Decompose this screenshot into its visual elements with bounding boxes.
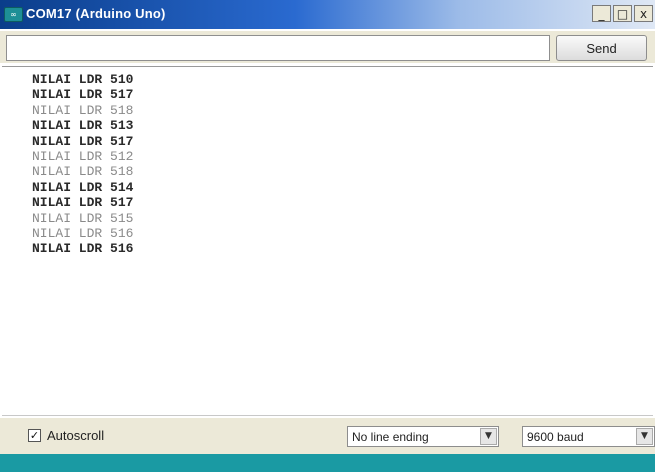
serial-output-line: NILAI LDR 517 bbox=[32, 87, 134, 103]
serial-output-line: NILAI LDR 514 bbox=[32, 179, 134, 195]
serial-output-line: NILAI LDR 516 bbox=[32, 226, 134, 242]
serial-output-lines: NILAI LDR 510 NILAI LDR 517 NILAI LDR 518 N… bbox=[32, 72, 133, 257]
serial-output-line: NILAI LDR 513 bbox=[32, 118, 134, 134]
maximize-button[interactable]: □ bbox=[613, 5, 632, 22]
serial-output-line: NILAI LDR 515 bbox=[32, 210, 134, 226]
window-title-bar[interactable]: ∞ COM17 (Arduino Uno) _ □ x bbox=[0, 0, 655, 29]
autoscroll-toggle[interactable]: ✓ Autoscroll bbox=[28, 428, 104, 443]
serial-output-line: NILAI LDR 517 bbox=[32, 133, 134, 149]
serial-output-line: NILAI LDR 510 bbox=[32, 72, 134, 87]
serial-output-line: NILAI LDR 512 bbox=[32, 149, 134, 165]
close-button[interactable]: x bbox=[634, 5, 653, 22]
window-controls: _ □ x bbox=[592, 5, 653, 22]
chevron-down-icon[interactable]: ▼ bbox=[480, 428, 497, 445]
arduino-icon: ∞ bbox=[4, 7, 23, 22]
serial-output-panel[interactable]: NILAI LDR 510 NILAI LDR 517 NILAI LDR 518 N… bbox=[2, 66, 653, 416]
chevron-down-icon[interactable]: ▼ bbox=[636, 428, 653, 445]
send-button[interactable]: Send bbox=[556, 35, 647, 61]
line-ending-select[interactable]: No line ending ▼ bbox=[347, 426, 499, 447]
serial-output-line: NILAI LDR 518 bbox=[32, 102, 134, 118]
serial-output-line: NILAI LDR 517 bbox=[32, 195, 134, 211]
baud-rate-value: 9600 baud bbox=[527, 430, 584, 444]
autoscroll-checkbox[interactable]: ✓ bbox=[28, 429, 41, 442]
window-title: COM17 (Arduino Uno) bbox=[26, 6, 166, 21]
taskbar bbox=[0, 454, 655, 472]
autoscroll-label: Autoscroll bbox=[47, 428, 105, 443]
serial-send-input[interactable] bbox=[6, 35, 550, 61]
line-ending-value: No line ending bbox=[352, 430, 429, 444]
serial-output-line: NILAI LDR 516 bbox=[32, 241, 134, 257]
minimize-button[interactable]: _ bbox=[592, 5, 611, 22]
baud-rate-select[interactable]: 9600 baud ▼ bbox=[522, 426, 655, 447]
serial-output-line: NILAI LDR 518 bbox=[32, 164, 134, 180]
